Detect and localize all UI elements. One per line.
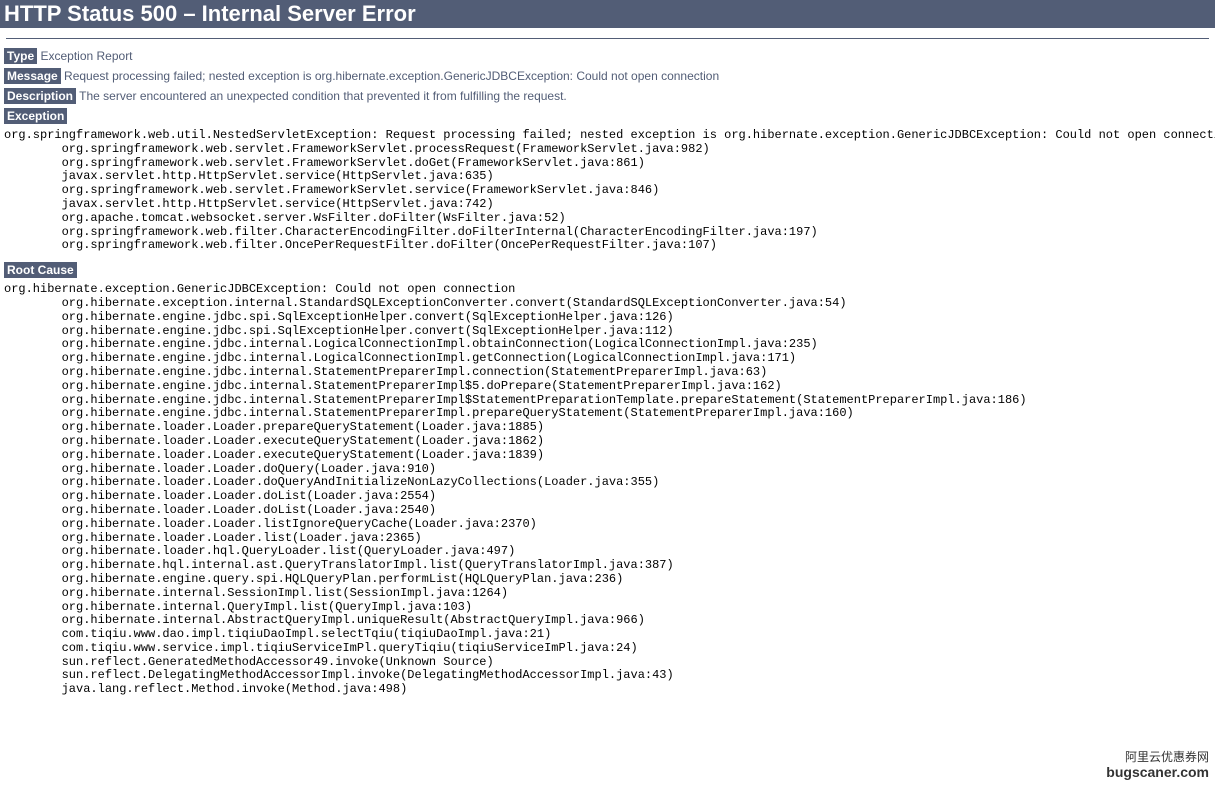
description-line: Description The server encountered an un…: [4, 89, 1211, 103]
divider: [6, 38, 1209, 39]
description-value: The server encountered an unexpected con…: [79, 89, 567, 103]
rootcause-label: Root Cause: [4, 262, 77, 278]
rootcause-trace: org.hibernate.exception.GenericJDBCExcep…: [4, 283, 1211, 697]
rootcause-heading: Root Cause: [4, 263, 1211, 277]
watermark-line2: bugscaner.com: [1106, 765, 1209, 780]
type-value: Exception Report: [40, 49, 132, 63]
exception-heading: Exception: [4, 109, 1211, 123]
message-label: Message: [4, 68, 61, 84]
type-line: Type Exception Report: [4, 49, 1211, 63]
type-label: Type: [4, 48, 37, 64]
watermark-line1: 阿里云优惠券网: [1106, 751, 1209, 764]
watermark: 阿里云优惠券网 bugscaner.com: [1106, 751, 1209, 780]
exception-trace: org.springframework.web.util.NestedServl…: [4, 129, 1211, 253]
page-title: HTTP Status 500 – Internal Server Error: [0, 0, 1215, 28]
exception-label: Exception: [4, 108, 67, 124]
message-line: Message Request processing failed; neste…: [4, 69, 1211, 83]
description-label: Description: [4, 88, 76, 104]
message-value: Request processing failed; nested except…: [64, 69, 719, 83]
